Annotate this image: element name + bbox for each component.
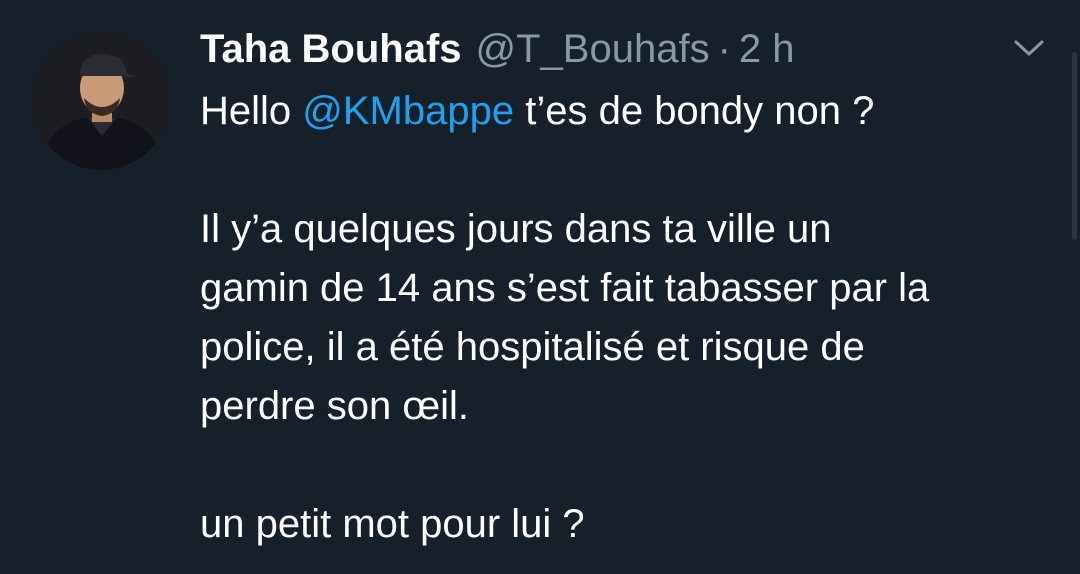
tweet-line: Hello @KMbappe t’es de bondy non ? [200, 82, 1060, 141]
tweet-header: Taha Bouhafs @T_Bouhafs · 2 h [200, 24, 795, 74]
tweet-text: Hello @KMbappe t’es de bondy non ? Il y’… [200, 82, 1060, 554]
scrollbar[interactable] [1072, 52, 1077, 240]
tweet-line: perdre son œil. [200, 384, 469, 428]
tweet-line: police, il a été hospitalisé et risque d… [200, 325, 865, 369]
tweet-line: gamin de 14 ans s’est fait tabasser par … [200, 266, 930, 310]
tweet-line-prefix: Hello [200, 89, 303, 133]
avatar[interactable] [32, 32, 170, 170]
timestamp[interactable]: 2 h [739, 24, 795, 74]
chevron-down-icon[interactable] [1012, 36, 1046, 60]
mention-link[interactable]: @KMbappe [302, 89, 514, 133]
tweet-line: Il y’a quelques jours dans ta ville un [200, 207, 832, 251]
tweet-line-suffix: t’es de bondy non ? [514, 89, 875, 133]
author-handle[interactable]: @T_Bouhafs [476, 24, 710, 74]
separator-dot: · [717, 27, 731, 71]
author-name[interactable]: Taha Bouhafs [200, 24, 462, 74]
tweet: Taha Bouhafs @T_Bouhafs · 2 h Hello @KMb… [0, 0, 1080, 574]
tweet-line: un petit mot pour lui ? [200, 502, 585, 546]
